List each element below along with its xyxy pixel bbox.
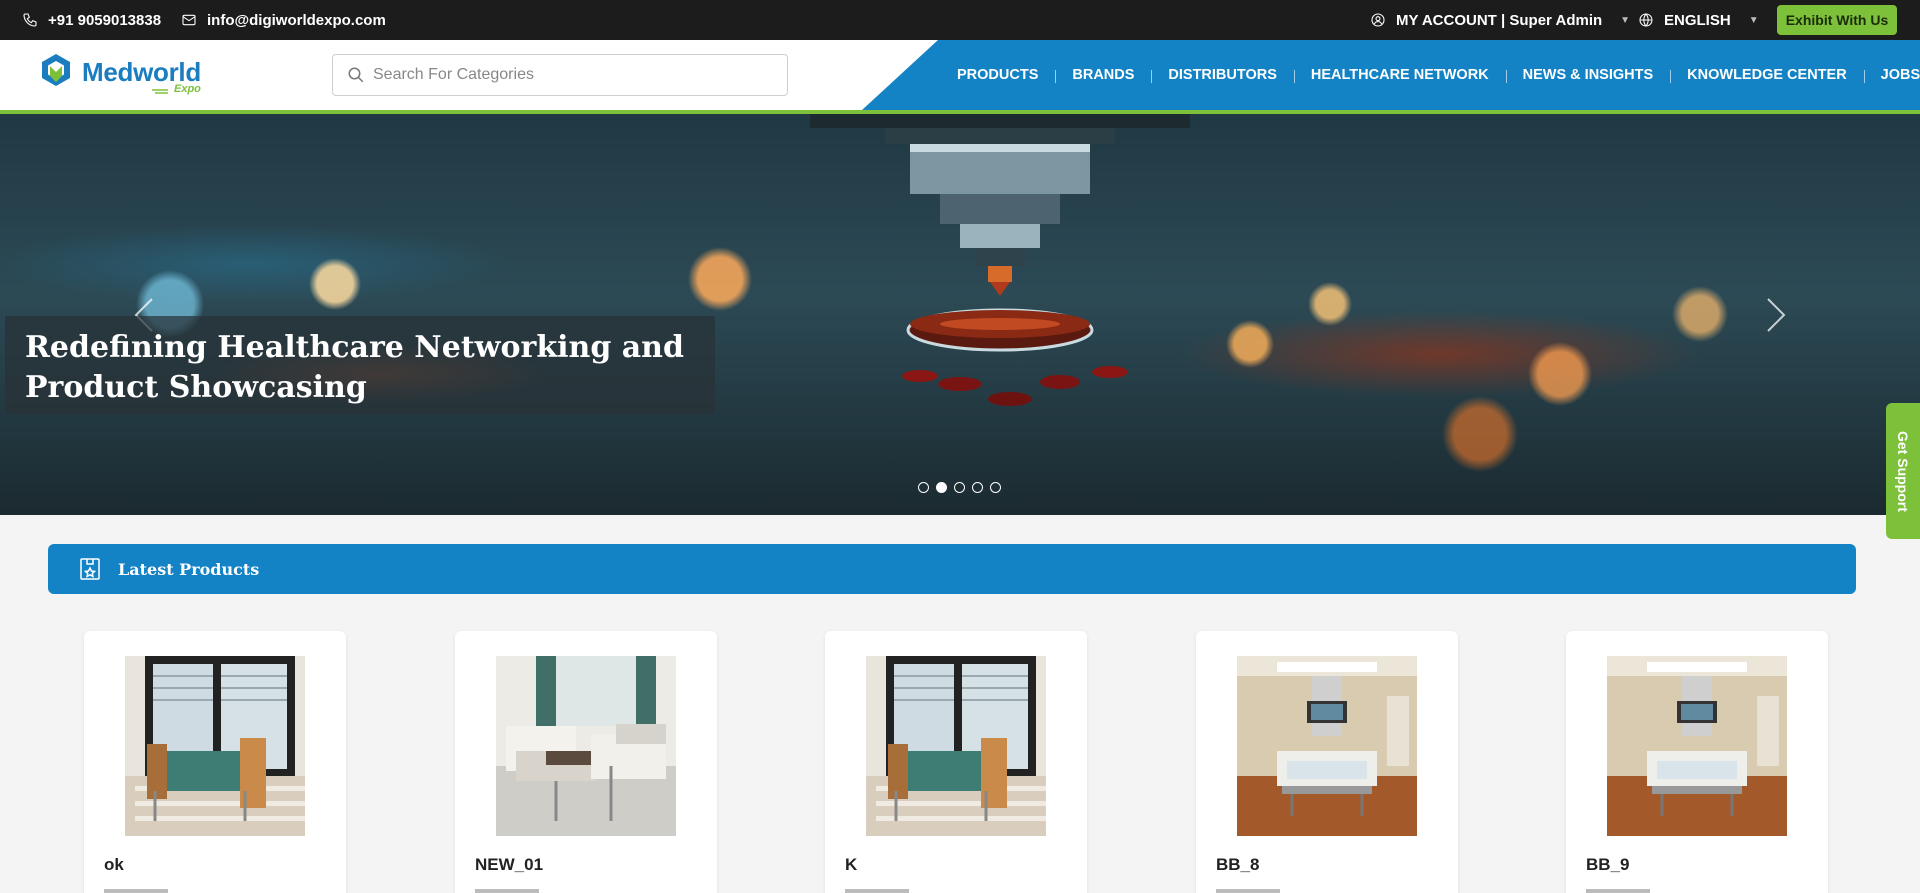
user-icon (1371, 13, 1385, 27)
logo-subtitle: Expo (174, 83, 201, 95)
carousel-next-button[interactable] (1760, 295, 1790, 335)
phone-number: +91 9059013838 (48, 11, 162, 29)
product-image (866, 656, 1046, 836)
nav-products[interactable]: PRODUCTS (940, 67, 1055, 83)
language-label: ENGLISH (1664, 11, 1731, 29)
product-box-icon (80, 558, 100, 580)
hero-title: Redefining Healthcare Networking and Pro… (25, 328, 695, 408)
get-support-tab[interactable]: Get Support (1886, 403, 1920, 539)
product-thumbnail (475, 889, 539, 893)
icu-room-image (1607, 656, 1787, 836)
product-image (125, 656, 305, 836)
product-thumbnail (104, 889, 168, 893)
latest-products-title: Latest Products (118, 559, 260, 579)
icu-room-image (1237, 656, 1417, 836)
carousel-dot[interactable] (918, 482, 929, 493)
hospital-room-image (866, 656, 1046, 836)
main-nav: PRODUCTS BRANDS DISTRIBUTORS HEALTHCARE … (940, 40, 1920, 110)
nav-distributors[interactable]: DISTRIBUTORS (1151, 67, 1294, 83)
carousel-dot[interactable] (972, 482, 983, 493)
latest-products-banner: Latest Products (48, 544, 1856, 594)
language-dropdown[interactable]: ENGLISH ▼ (1638, 0, 1759, 40)
phone-icon (23, 13, 37, 27)
product-name: NEW_01 (475, 855, 544, 874)
hero-title-line-1: Redefining Healthcare Networking and (25, 330, 684, 365)
product-image (1237, 656, 1417, 836)
product-name: BB_9 (1586, 855, 1630, 874)
product-name: BB_8 (1216, 855, 1260, 874)
carousel-dot-active[interactable] (936, 482, 947, 493)
product-image (496, 656, 676, 836)
category-search[interactable] (332, 54, 788, 96)
product-card[interactable]: BB_9 (1566, 631, 1828, 893)
product-card[interactable]: BB_8 (1196, 631, 1458, 893)
email-address: info@digiworldexpo.com (207, 11, 386, 29)
chevron-right-icon (1767, 298, 1786, 332)
mail-icon (182, 14, 196, 26)
carousel-dot[interactable] (954, 482, 965, 493)
product-card[interactable]: ok (84, 631, 346, 893)
nav-healthcare-network[interactable]: HEALTHCARE NETWORK (1293, 67, 1506, 83)
account-label: MY ACCOUNT | Super Admin (1396, 11, 1603, 29)
email-contact[interactable]: info@digiworldexpo.com (181, 0, 386, 40)
search-input[interactable] (373, 66, 773, 84)
nav-brands[interactable]: BRANDS (1055, 67, 1151, 83)
nav-news-insights[interactable]: NEWS & INSIGHTS (1505, 67, 1671, 83)
microscope-illustration (810, 114, 1190, 406)
product-thumbnail (1216, 889, 1280, 893)
top-bar: +91 9059013838 info@digiworldexpo.com MY… (0, 0, 1920, 40)
search-icon (348, 67, 364, 83)
product-card[interactable]: NEW_01 (455, 631, 717, 893)
product-image (1607, 656, 1787, 836)
chevron-down-icon: ▼ (1620, 14, 1631, 26)
product-thumbnail (1586, 889, 1650, 893)
exhibit-with-us-button[interactable]: Exhibit With Us (1777, 5, 1897, 35)
phone-contact[interactable]: +91 9059013838 (22, 0, 161, 40)
hero-caption: Redefining Healthcare Networking and Pro… (5, 316, 715, 414)
hero-title-line-2: Product Showcasing (25, 370, 367, 405)
my-account-dropdown[interactable]: MY ACCOUNT | Super Admin ▼ (1370, 0, 1630, 40)
product-thumbnail (845, 889, 909, 893)
carousel-dots (918, 482, 1001, 493)
globe-icon (1639, 13, 1653, 27)
product-name: K (845, 855, 858, 874)
product-card[interactable]: K (825, 631, 1087, 893)
hospital-room-image (125, 656, 305, 836)
carousel-dot[interactable] (990, 482, 1001, 493)
chevron-down-icon: ▼ (1748, 14, 1759, 26)
nav-knowledge-center[interactable]: KNOWLEDGE CENTER (1670, 67, 1864, 83)
nav-jobs[interactable]: JOBS (1863, 67, 1920, 83)
hospital-room-image (496, 656, 676, 836)
product-name: ok (104, 855, 124, 874)
